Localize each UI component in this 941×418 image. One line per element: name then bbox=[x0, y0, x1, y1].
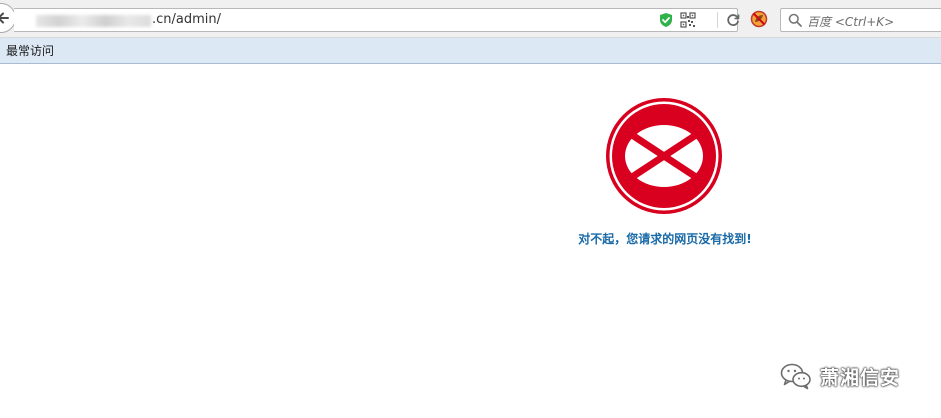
reload-icon[interactable] bbox=[725, 12, 741, 28]
watermark-text: 萧湘信安 bbox=[820, 366, 901, 389]
browser-toolbar: .cn/admin/ 百度 <Ctrl+K> bbox=[0, 0, 941, 38]
url-divider bbox=[717, 12, 718, 28]
qr-code-icon[interactable] bbox=[680, 12, 696, 28]
url-domain-blurred bbox=[36, 15, 151, 27]
search-icon bbox=[788, 13, 802, 27]
error-message: 对不起，您请求的网页没有找到! bbox=[578, 232, 752, 246]
no-entry-icon bbox=[606, 98, 722, 214]
bookmarks-toolbar: 最常访问 bbox=[0, 38, 941, 64]
watermark: 萧湘信安 bbox=[780, 361, 900, 391]
back-arrow-icon bbox=[0, 12, 9, 24]
blocked-extension-icon[interactable] bbox=[750, 10, 768, 28]
search-bar[interactable]: 百度 <Ctrl+K> bbox=[780, 8, 941, 32]
url-bar[interactable]: .cn/admin/ bbox=[14, 8, 741, 32]
search-placeholder: 百度 <Ctrl+K> bbox=[807, 15, 895, 29]
wechat-icon bbox=[780, 363, 811, 390]
url-text: .cn/admin/ bbox=[152, 12, 222, 27]
shield-check-icon[interactable] bbox=[658, 12, 674, 28]
bookmark-most-visited[interactable]: 最常访问 bbox=[6, 44, 54, 58]
